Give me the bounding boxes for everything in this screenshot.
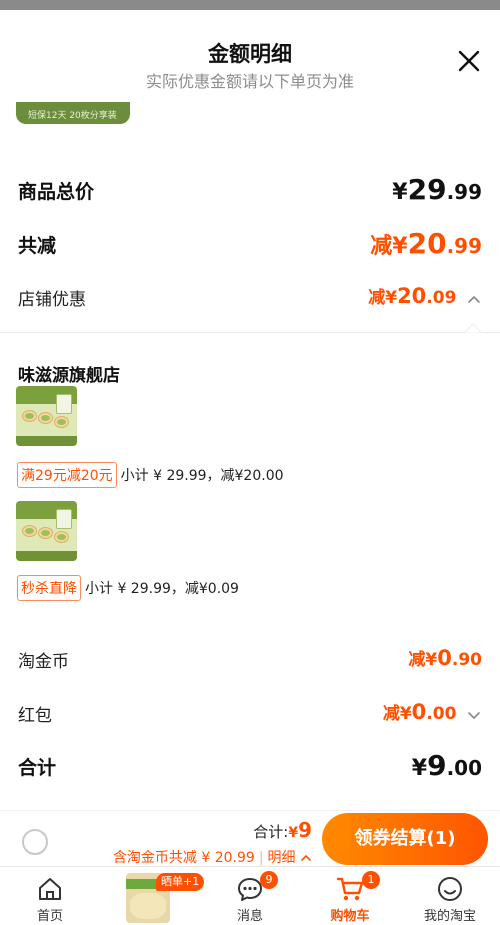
bottom-tab-bar: 首页 晒单+1 9 消息 1 购物车 我的淘宝 [0, 866, 500, 925]
red-packet-label: 红包 [18, 706, 52, 726]
tab-home[interactable]: 首页 [0, 867, 100, 925]
chevron-down-icon[interactable] [466, 708, 482, 722]
popover-notch [464, 323, 482, 333]
total-reduce-row: 共减 减¥20.99 [18, 227, 482, 263]
sheet-subtitle: 实际优惠金额请以下单页为准 [145, 72, 354, 91]
store-name: 味滋源旗舰店 [18, 366, 120, 386]
taojinbi-value: 减¥0.90 [408, 646, 482, 670]
chevron-up-icon[interactable] [300, 853, 312, 863]
banner-text: 短保12天 20枚分享装 [28, 111, 117, 121]
shop-discount-row[interactable]: 店铺优惠 减¥20.09 [18, 283, 482, 313]
tab-messages[interactable]: 9 消息 [200, 867, 300, 925]
grand-total-value: ¥9.00 [411, 749, 482, 782]
product-banner-peek: 短保12天 20枚分享装 [16, 102, 130, 124]
footer-discount-detail: 含淘金币共减 ¥ 20.99 | 明细 [113, 847, 312, 866]
detail-link[interactable]: 明细 [268, 850, 296, 866]
shop-discount-value[interactable]: 减¥20.09 [368, 283, 482, 308]
item-discount-line: 秒杀直降 小计 ¥ 29.99，减¥0.09 [17, 575, 239, 601]
footer-total: 合计:¥9 [253, 818, 312, 842]
grand-total-label: 合计 [18, 757, 57, 779]
chevron-up-icon[interactable] [466, 292, 482, 306]
checkout-button[interactable]: 领券结算(1) [322, 813, 488, 865]
select-all-checkbox[interactable] [22, 829, 48, 855]
goods-total-label: 商品总价 [18, 181, 95, 203]
taojinbi-label: 淘金币 [18, 652, 69, 672]
shop-discount-label: 店铺优惠 [18, 290, 86, 310]
tab-messages-label: 消息 [236, 909, 263, 924]
product-thumbnail[interactable] [16, 386, 77, 446]
tab-home-label: 首页 [36, 909, 63, 924]
profile-smile-icon [438, 877, 462, 901]
item-discount-line: 满29元减20元 小计 ¥ 29.99，减¥20.00 [17, 462, 284, 488]
discount-tag: 秒杀直降 [17, 575, 81, 601]
product-thumbnail[interactable] [16, 501, 77, 561]
message-badge: 9 [260, 871, 278, 889]
amount-detail-sheet: 金额明细 实际优惠金额请以下单页为准 短保12天 20枚分享装 商品总价 ¥29… [0, 10, 500, 866]
cart-badge: 1 [362, 871, 380, 889]
checkout-bar: 合计:¥9 含淘金币共减 ¥ 20.99 | 明细 领券结算(1) [0, 810, 500, 866]
taojinbi-row: 淘金币 减¥0.90 [18, 645, 482, 675]
section-divider [0, 332, 500, 333]
total-reduce-value: 减¥20.99 [370, 227, 482, 260]
sheet-title: 金额明细 [208, 42, 292, 66]
promo-tag: 晒单+1 [156, 873, 205, 891]
cart-icon [336, 877, 364, 901]
grand-total-row: 合计 ¥9.00 [18, 749, 482, 785]
goods-total-value: ¥29.99 [392, 173, 482, 206]
item-subtotal: 小计 ¥ 29.99，减¥0.09 [85, 581, 239, 597]
total-reduce-label: 共减 [18, 235, 57, 257]
taobao-home-icon [39, 878, 61, 900]
tab-cart[interactable]: 1 购物车 [300, 867, 400, 925]
red-packet-value[interactable]: 减¥0.00 [383, 699, 482, 724]
red-packet-row[interactable]: 红包 减¥0.00 [18, 699, 482, 729]
tab-my-taobao-label: 我的淘宝 [423, 909, 476, 924]
tab-promo[interactable]: 晒单+1 [100, 867, 205, 925]
sheet-header: 金额明细 实际优惠金额请以下单页为准 [0, 10, 500, 102]
close-icon[interactable] [456, 48, 482, 74]
tab-cart-label: 购物车 [330, 909, 370, 924]
discount-tag: 满29元减20元 [17, 462, 117, 488]
goods-total-row: 商品总价 ¥29.99 [18, 173, 482, 209]
status-bar-strip [0, 0, 500, 10]
tab-my-taobao[interactable]: 我的淘宝 [400, 867, 500, 925]
item-subtotal: 小计 ¥ 29.99，减¥20.00 [120, 468, 284, 484]
